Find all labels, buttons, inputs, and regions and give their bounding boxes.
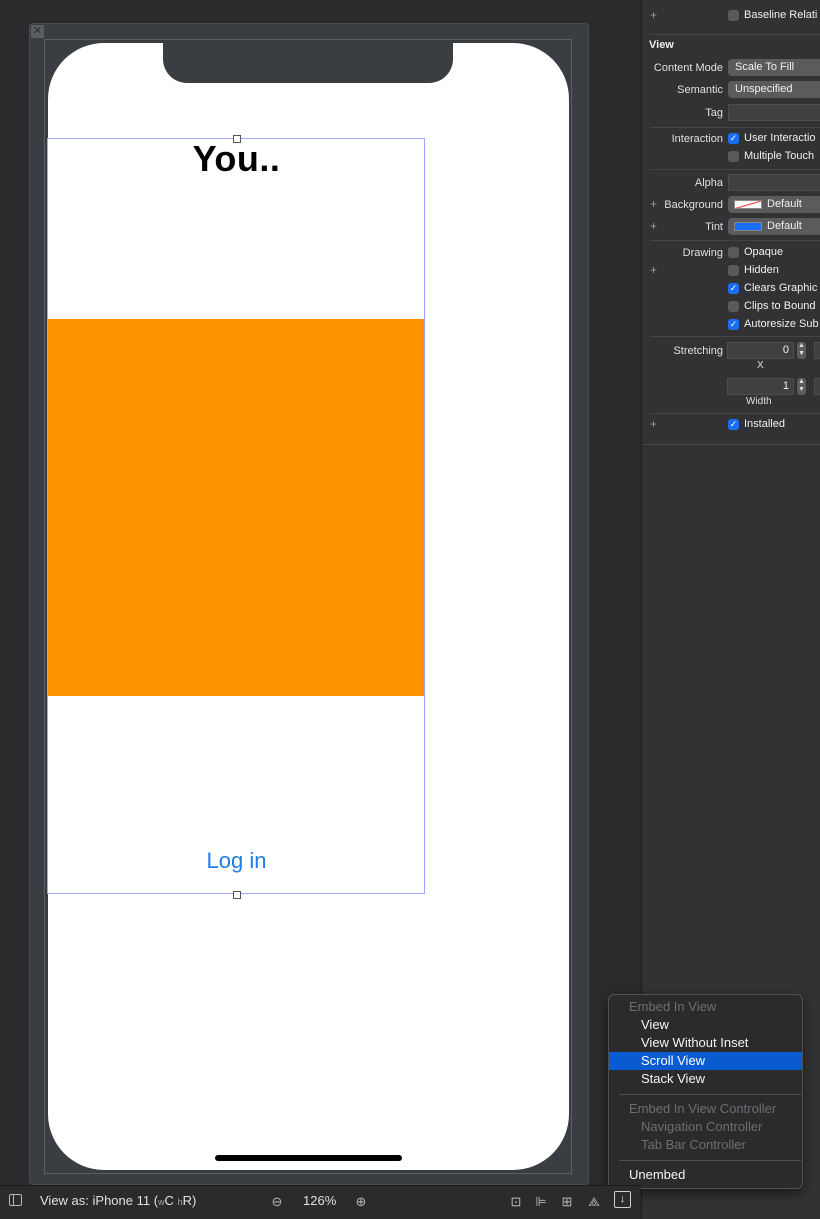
menu-header-embed-controller: Embed In View Controller: [629, 1101, 777, 1116]
content-mode-label: Content Mode: [653, 62, 723, 74]
menu-item-tab-bar-controller: Tab Bar Controller: [641, 1137, 746, 1152]
stretching-y-field[interactable]: [814, 342, 820, 359]
zoom-out-icon[interactable]: ⊖: [269, 1194, 285, 1210]
align-icon[interactable]: ⊫: [533, 1194, 549, 1210]
stretching-width-label: Width: [746, 396, 772, 407]
width-class-value: C: [164, 1193, 174, 1208]
tint-value: Default: [767, 220, 802, 232]
menu-separator: [619, 1160, 801, 1161]
update-frames-icon[interactable]: ⊡: [508, 1194, 524, 1210]
stepper-icon[interactable]: ▲ ▼: [797, 342, 806, 359]
stretching-height-field[interactable]: [814, 378, 820, 395]
resolve-issues-icon[interactable]: ⟁: [586, 1194, 602, 1210]
zoom-in-icon[interactable]: ⊕: [353, 1194, 369, 1210]
opaque-checkbox[interactable]: [728, 247, 739, 258]
baseline-relative-checkbox[interactable]: [728, 10, 739, 21]
view-as-device-button[interactable]: View as: iPhone 11 (wC hR): [40, 1193, 196, 1208]
alpha-field[interactable]: [728, 174, 820, 191]
stepper-icon[interactable]: ▲ ▼: [797, 378, 806, 395]
multiple-touch-label: Multiple Touch: [744, 150, 815, 162]
plus-icon[interactable]: +: [650, 197, 657, 211]
document-outline-toggle-icon[interactable]: [9, 1194, 22, 1206]
resize-handle-top[interactable]: [233, 135, 241, 143]
hidden-label: Hidden: [744, 264, 779, 276]
stretching-x-field[interactable]: 0: [727, 342, 794, 359]
clears-graphics-checkbox[interactable]: ✓: [728, 283, 739, 294]
view-as-prefix: View as: iPhone 11 (: [40, 1193, 159, 1208]
semantic-popup[interactable]: Unspecified: [728, 81, 820, 98]
installed-label: Installed: [744, 418, 785, 430]
plus-icon[interactable]: +: [650, 8, 657, 22]
divider: [650, 336, 820, 337]
divider: [642, 444, 820, 445]
zoom-level[interactable]: 126%: [303, 1193, 336, 1208]
background-label: Background: [664, 199, 723, 211]
installed-checkbox[interactable]: ✓: [728, 419, 739, 430]
stretching-label: Stretching: [673, 345, 723, 357]
selection-outline: [47, 138, 425, 894]
tint-color-swatch: [734, 222, 762, 231]
tint-label: Tint: [705, 221, 723, 233]
stretching-x-label: X: [757, 360, 764, 371]
device-notch: [163, 43, 453, 83]
menu-separator: [619, 1094, 801, 1095]
baseline-relative-label: Baseline Relati: [744, 9, 818, 21]
divider: [650, 169, 820, 170]
resize-handle-bottom[interactable]: [233, 891, 241, 899]
semantic-label: Semantic: [677, 84, 723, 96]
hidden-checkbox[interactable]: [728, 265, 739, 276]
clips-to-bounds-label: Clips to Bound: [744, 300, 816, 312]
clears-graphics-label: Clears Graphic: [744, 282, 818, 294]
embed-in-menu: Embed In View View View Without Inset Sc…: [608, 994, 803, 1189]
canvas-bottom-bar: View as: iPhone 11 (wC hR) ⊖ 126% ⊕ ⊡ ⊫ …: [0, 1185, 641, 1219]
menu-item-view[interactable]: View: [609, 1016, 802, 1034]
view-as-suffix: ): [191, 1193, 197, 1208]
height-class-value: R: [182, 1193, 192, 1208]
background-value: Default: [767, 198, 802, 210]
plus-icon[interactable]: +: [650, 417, 657, 431]
add-constraints-icon[interactable]: ⊞: [559, 1194, 575, 1210]
menu-item-scroll-view[interactable]: Scroll View: [609, 1052, 802, 1070]
divider: [650, 34, 820, 35]
section-title-view: View: [649, 39, 674, 51]
divider: [650, 413, 820, 414]
stretching-width-field[interactable]: 1: [727, 378, 794, 395]
close-icon[interactable]: ✕: [31, 25, 44, 38]
menu-item-unembed[interactable]: Unembed: [609, 1166, 802, 1184]
content-mode-popup[interactable]: Scale To Fill: [728, 59, 820, 76]
interaction-label: Interaction: [671, 133, 723, 145]
menu-item-navigation-controller: Navigation Controller: [641, 1119, 763, 1134]
home-indicator: [215, 1155, 402, 1161]
tag-field[interactable]: [728, 104, 820, 121]
divider: [650, 240, 820, 241]
autoresize-subviews-label: Autoresize Sub: [744, 318, 819, 330]
autoresize-subviews-checkbox[interactable]: ✓: [728, 319, 739, 330]
canvas[interactable]: ✕ You.. Log in: [0, 0, 641, 1185]
user-interaction-label: User Interactio: [744, 132, 816, 144]
user-interaction-checkbox[interactable]: ✓: [728, 133, 739, 144]
embed-in-icon[interactable]: ↓: [614, 1191, 631, 1208]
multiple-touch-checkbox[interactable]: [728, 151, 739, 162]
menu-item-view-without-inset[interactable]: View Without Inset: [609, 1034, 802, 1052]
menu-header-embed-view: Embed In View: [629, 999, 717, 1014]
plus-icon[interactable]: +: [650, 219, 657, 233]
clips-to-bounds-checkbox[interactable]: [728, 301, 739, 312]
tag-label: Tag: [705, 107, 723, 119]
plus-icon[interactable]: +: [650, 263, 657, 277]
default-color-swatch: [734, 200, 762, 209]
drawing-label: Drawing: [682, 247, 723, 259]
divider: [650, 127, 820, 128]
alpha-label: Alpha: [694, 177, 723, 189]
opaque-label: Opaque: [744, 246, 784, 258]
menu-item-stack-view[interactable]: Stack View: [609, 1070, 802, 1088]
